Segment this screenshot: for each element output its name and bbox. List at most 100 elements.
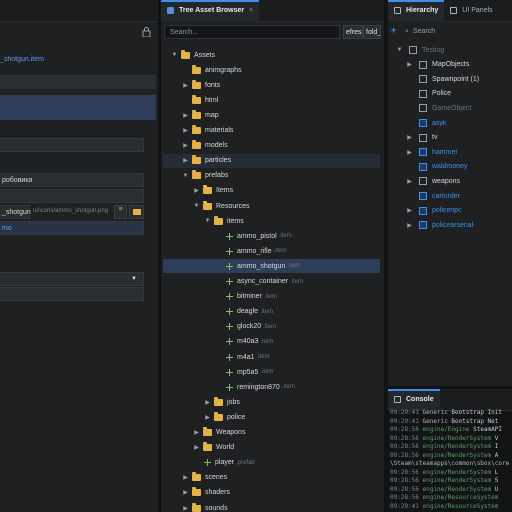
hierarchy-item[interactable]: ▼ Testing xyxy=(390,43,512,57)
console-line: 09:28:56 engine/ResourceSystem xyxy=(390,494,512,502)
hierarchy-item[interactable]: ▶ MapObjects xyxy=(390,58,512,72)
chevron-right-icon[interactable]: ▶ xyxy=(406,134,413,141)
chevron-right-icon[interactable]: ▶ xyxy=(182,127,189,134)
tree-search-input[interactable]: Search... xyxy=(164,25,340,39)
chevron-down-icon[interactable]: ▼ xyxy=(396,47,403,53)
chevron-right-icon[interactable]: ▶ xyxy=(406,207,413,214)
tree-item[interactable]: m40a3 .item xyxy=(163,335,380,349)
chevron-right-icon[interactable]: ▶ xyxy=(204,414,211,421)
chevron-right-icon[interactable]: ▶ xyxy=(406,61,413,68)
chevron-right-icon[interactable]: ▶ xyxy=(406,149,413,156)
tree-item[interactable]: remington870 .item xyxy=(163,380,380,394)
hierarchy-item[interactable]: ▶ policenpc xyxy=(390,204,512,218)
tree-item[interactable]: ▶ jobs xyxy=(163,395,380,409)
lock-icon[interactable] xyxy=(142,27,151,37)
file-name-label[interactable]: _shotgun.item xyxy=(0,56,44,63)
tree-item[interactable]: ▶ map xyxy=(163,108,380,122)
tree-item[interactable]: html xyxy=(163,93,380,107)
chevron-down-icon[interactable]: ▼ xyxy=(171,52,178,58)
inspector-field-empty-3[interactable] xyxy=(0,287,144,301)
tree-item[interactable]: ammo_rifle .item xyxy=(163,244,380,258)
tree-item[interactable]: ▶ police xyxy=(163,410,380,424)
tree-item[interactable]: ▼ Resources xyxy=(163,199,380,213)
hierarchy-search-input[interactable]: ⌕ Search xyxy=(405,25,512,38)
splitter-left[interactable] xyxy=(158,0,161,512)
splitter-console[interactable] xyxy=(388,386,512,389)
console-source: engine/RenderSystem xyxy=(422,477,495,484)
tree-item[interactable]: ▼ items xyxy=(163,214,380,228)
inspector-field-empty[interactable] xyxy=(0,138,144,152)
image-preview-icon[interactable] xyxy=(129,205,144,219)
tab-tree-asset-browser[interactable]: Tree Asset Browser × xyxy=(161,0,260,22)
chevron-down-icon[interactable]: ▼ xyxy=(182,173,189,179)
chevron-down-icon[interactable]: ▼ xyxy=(193,203,200,209)
tree-item[interactable]: ▶ fonts xyxy=(163,78,380,92)
hierarchy-item[interactable]: waldmoney xyxy=(390,160,512,174)
tree-item[interactable]: ammo_shotgun .item xyxy=(163,259,380,274)
close-icon[interactable]: × xyxy=(249,7,253,14)
tree-item-extension: .prefab xyxy=(236,459,255,466)
hierarchy-item[interactable]: Police xyxy=(390,87,512,101)
chevron-right-icon[interactable]: ▶ xyxy=(406,178,413,185)
hierarchy-item[interactable]: ▶ weapons xyxy=(390,174,512,188)
fold-button[interactable]: fold_i xyxy=(363,25,381,39)
tab-ui-panels[interactable]: UI Panels xyxy=(444,0,498,22)
model-name-field[interactable]: _shotgun xyxy=(0,205,31,219)
hierarchy-item[interactable]: ▶ tv xyxy=(390,131,512,145)
tree-item[interactable]: ▶ Items xyxy=(163,184,380,198)
chevron-right-icon[interactable]: ▶ xyxy=(182,112,189,119)
tab-console[interactable]: Console xyxy=(388,389,440,411)
hierarchy-item[interactable]: ▶ hammer xyxy=(390,145,512,159)
tree-item[interactable]: glock20 .item xyxy=(163,320,380,334)
tree-item[interactable]: ammo_pistol .item xyxy=(163,229,380,243)
tree-item[interactable]: deagle .item xyxy=(163,305,380,319)
tree-item[interactable]: ▶ scenes xyxy=(163,471,380,485)
dropdown-field[interactable]: ▼ xyxy=(0,272,144,286)
tree-item[interactable]: animgraphs xyxy=(163,63,380,77)
tree-item[interactable]: m4a1 .item xyxy=(163,350,380,364)
add-object-button[interactable]: + xyxy=(391,25,396,35)
tree-item[interactable]: ▶ shaders xyxy=(163,486,380,500)
chevron-down-icon[interactable]: ▼ xyxy=(204,218,211,224)
tree-item[interactable]: ▶ World xyxy=(163,441,380,455)
tree-item-label: Resources xyxy=(216,202,250,210)
name-field[interactable]: робовика xyxy=(0,173,144,187)
tree-item[interactable]: ▶ Weapons xyxy=(163,426,380,440)
chevron-right-icon[interactable]: ▶ xyxy=(406,222,413,229)
gameobject-icon xyxy=(419,89,427,98)
hierarchy-item[interactable]: cartorder xyxy=(390,189,512,203)
tree-item[interactable]: async_container .item xyxy=(163,275,380,289)
chevron-right-icon[interactable]: ▶ xyxy=(182,82,189,89)
hierarchy-item[interactable]: Spawnpoint (1) xyxy=(390,72,512,86)
tree-item[interactable]: player .prefab xyxy=(163,456,380,470)
tree-item[interactable]: ▼ Assets xyxy=(163,48,380,62)
tab-hierarchy[interactable]: Hierarchy xyxy=(388,0,445,22)
hierarchy-item[interactable]: asyk xyxy=(390,116,512,130)
hierarchy-item[interactable]: ▶ policearsenal xyxy=(390,218,512,232)
refresh-button[interactable]: efresh xyxy=(343,25,363,39)
console-message: V xyxy=(494,434,499,442)
tree-item[interactable]: ▶ particles xyxy=(163,153,380,168)
hierarchy-item[interactable]: GameObject xyxy=(390,101,512,115)
chevron-right-icon[interactable]: ▶ xyxy=(204,399,211,406)
ammo-field[interactable]: mo xyxy=(0,221,144,235)
chevron-right-icon[interactable]: ▶ xyxy=(182,157,189,164)
splitter-right[interactable] xyxy=(384,0,388,512)
chevron-right-icon[interactable]: ▶ xyxy=(193,429,200,436)
list-icon[interactable]: ≡ xyxy=(114,205,127,219)
tree-item[interactable]: ▼ prefabs xyxy=(163,169,380,183)
chevron-right-icon[interactable]: ▶ xyxy=(193,187,200,194)
chevron-right-icon[interactable]: ▶ xyxy=(182,489,189,496)
tree-item[interactable]: ▶ sounds xyxy=(163,501,380,512)
chevron-right-icon[interactable]: ▶ xyxy=(193,444,200,451)
tree-item[interactable]: bitminer .item xyxy=(163,290,380,304)
chevron-right-icon[interactable]: ▶ xyxy=(182,505,189,512)
inspector-field-empty-2[interactable] xyxy=(0,189,144,203)
tree-item[interactable]: ▶ materials xyxy=(163,124,380,138)
tree-item[interactable]: mp5a5 .item xyxy=(163,365,380,379)
hierarchy-item-label: MapObjects xyxy=(432,61,470,69)
chevron-right-icon[interactable]: ▶ xyxy=(182,142,189,149)
tree-item[interactable]: ▶ models xyxy=(163,139,380,153)
hierarchy-item-label: policenpc xyxy=(432,207,462,215)
chevron-right-icon[interactable]: ▶ xyxy=(182,474,189,481)
